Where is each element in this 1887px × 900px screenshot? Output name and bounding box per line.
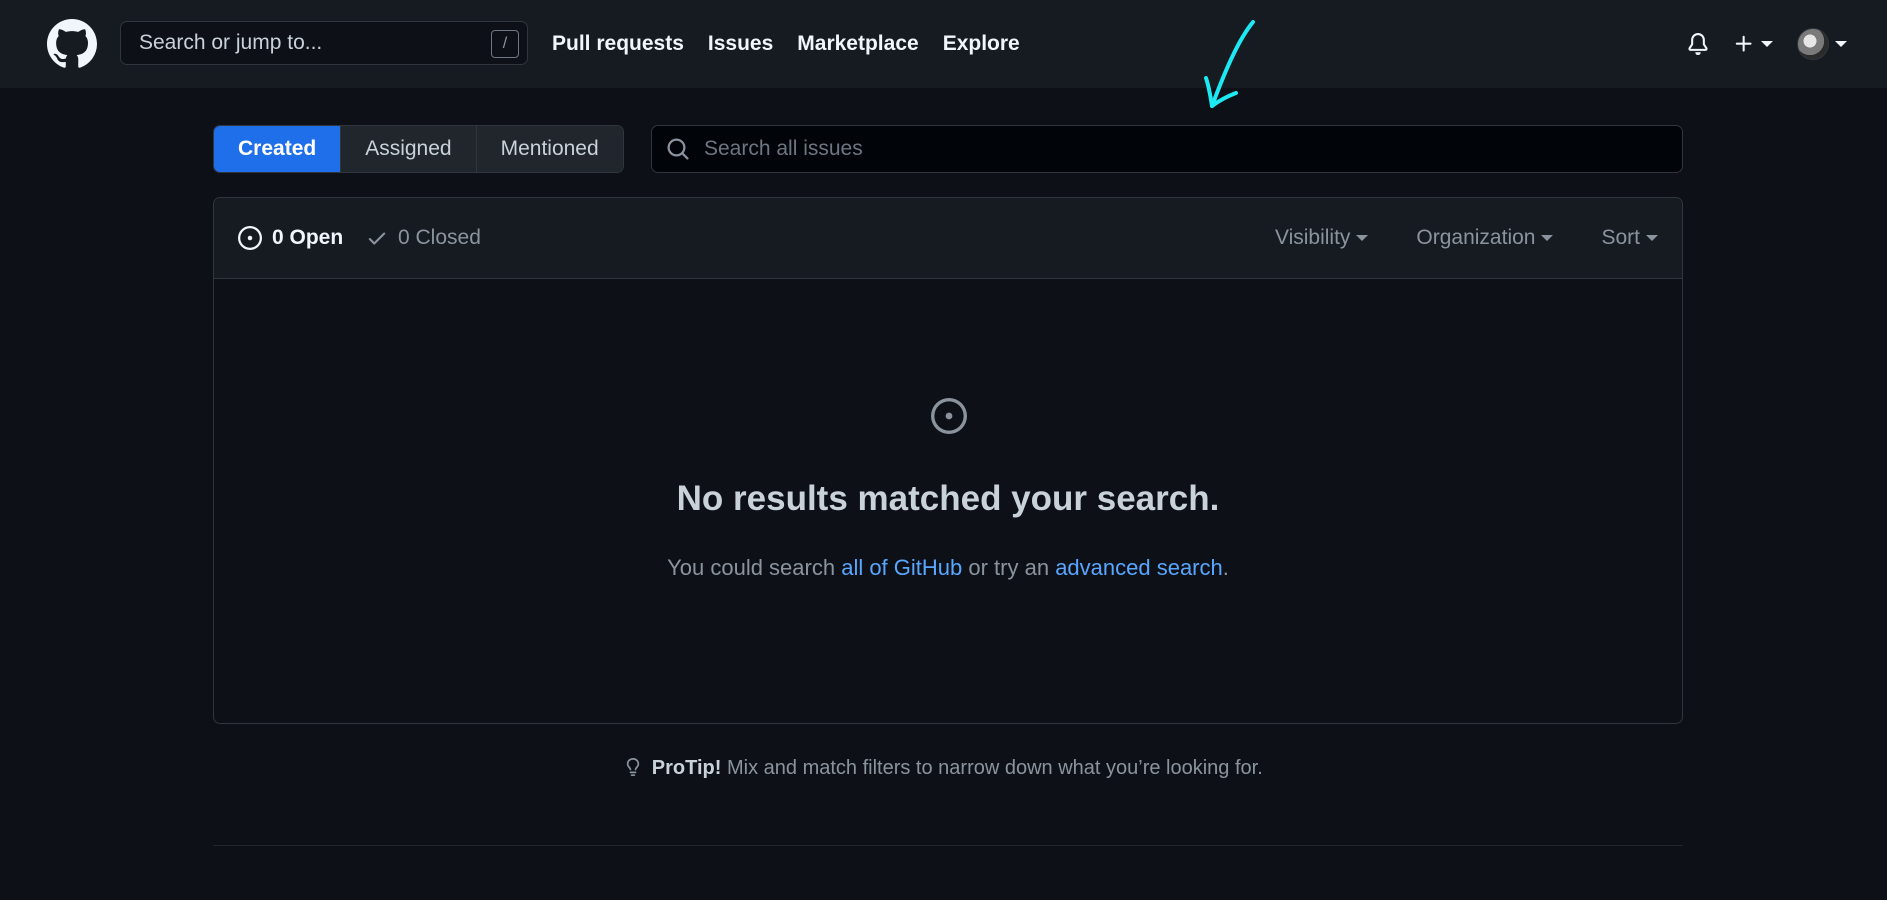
sort-filter[interactable]: Sort xyxy=(1601,226,1658,250)
blankslate-text-middle: or try an xyxy=(962,555,1056,580)
global-nav: Pull requests Issues Marketplace Explore xyxy=(552,0,1020,88)
notifications-button[interactable] xyxy=(1687,32,1709,56)
annotation-arrow-icon xyxy=(1204,20,1255,108)
issue-search-field[interactable] xyxy=(651,125,1683,173)
chevron-down-icon xyxy=(1761,41,1773,47)
tab-assigned[interactable]: Assigned xyxy=(341,126,477,172)
header-actions xyxy=(1687,0,1847,88)
visibility-filter-label: Visibility xyxy=(1274,226,1351,249)
light-bulb-icon xyxy=(627,758,640,776)
bell-icon xyxy=(1688,33,1708,55)
search-shortcut-key: / xyxy=(491,30,519,58)
issues-list-box: 0 Open 0 Closed Visibility Organization … xyxy=(213,197,1683,724)
closed-issues-toggle[interactable]: 0 Closed xyxy=(366,226,481,250)
check-icon xyxy=(368,232,386,245)
tab-mentioned[interactable]: Mentioned xyxy=(476,126,623,172)
visibility-filter[interactable]: Visibility xyxy=(1274,226,1369,250)
closed-count: 0 Closed xyxy=(398,226,481,249)
nav-issues[interactable]: Issues xyxy=(708,32,773,56)
search-icon xyxy=(667,138,689,160)
nav-explore[interactable]: Explore xyxy=(943,32,1020,56)
chevron-down-icon xyxy=(1835,41,1847,47)
global-search-placeholder: Search or jump to... xyxy=(139,31,323,54)
github-logo-icon[interactable] xyxy=(47,19,97,69)
blankslate-text-prefix: You could search xyxy=(667,555,842,580)
global-search-input[interactable]: Search or jump to... / xyxy=(120,21,528,65)
issue-opened-icon xyxy=(931,398,967,434)
protip-text: Mix and match filters to narrow down wha… xyxy=(721,757,1263,779)
protip-label: ProTip! xyxy=(651,757,722,779)
tab-created[interactable]: Created xyxy=(214,126,342,172)
issues-list-header: 0 Open 0 Closed Visibility Organization … xyxy=(214,198,1682,279)
open-issues-toggle[interactable]: 0 Open xyxy=(238,226,343,250)
filter-menus: Visibility Organization Sort xyxy=(1275,226,1658,250)
avatar xyxy=(1797,28,1829,60)
issue-search-input[interactable] xyxy=(704,137,1682,161)
blankslate-title: No results matched your search. xyxy=(676,479,1220,518)
issue-opened-icon xyxy=(238,226,262,250)
advanced-search-link[interactable]: advanced search xyxy=(1055,555,1223,580)
chevron-down-icon xyxy=(1541,235,1554,241)
organization-filter-label: Organization xyxy=(1416,226,1536,249)
footer-divider xyxy=(213,845,1683,846)
user-menu-button[interactable] xyxy=(1797,28,1847,60)
blankslate-text: You could search all of GitHub or try an… xyxy=(214,555,1682,581)
blankslate-text-suffix: . xyxy=(1222,555,1229,580)
nav-pull-requests[interactable]: Pull requests xyxy=(552,32,684,56)
blankslate: No results matched your search. You coul… xyxy=(214,279,1682,723)
open-count: 0 Open xyxy=(272,226,344,249)
sort-filter-label: Sort xyxy=(1601,226,1640,249)
chevron-down-icon xyxy=(1646,235,1658,241)
organization-filter[interactable]: Organization xyxy=(1416,226,1554,250)
nav-marketplace[interactable]: Marketplace xyxy=(797,32,918,56)
all-github-link[interactable]: all of GitHub xyxy=(841,555,962,580)
protip: ProTip! Mix and match filters to narrow … xyxy=(0,756,1887,780)
create-new-button[interactable] xyxy=(1733,33,1773,55)
plus-icon xyxy=(1735,35,1752,52)
global-header: Search or jump to... / Pull requests Iss… xyxy=(0,0,1887,88)
issue-filter-tabs: Created Assigned Mentioned xyxy=(213,125,624,173)
chevron-down-icon xyxy=(1356,235,1369,241)
